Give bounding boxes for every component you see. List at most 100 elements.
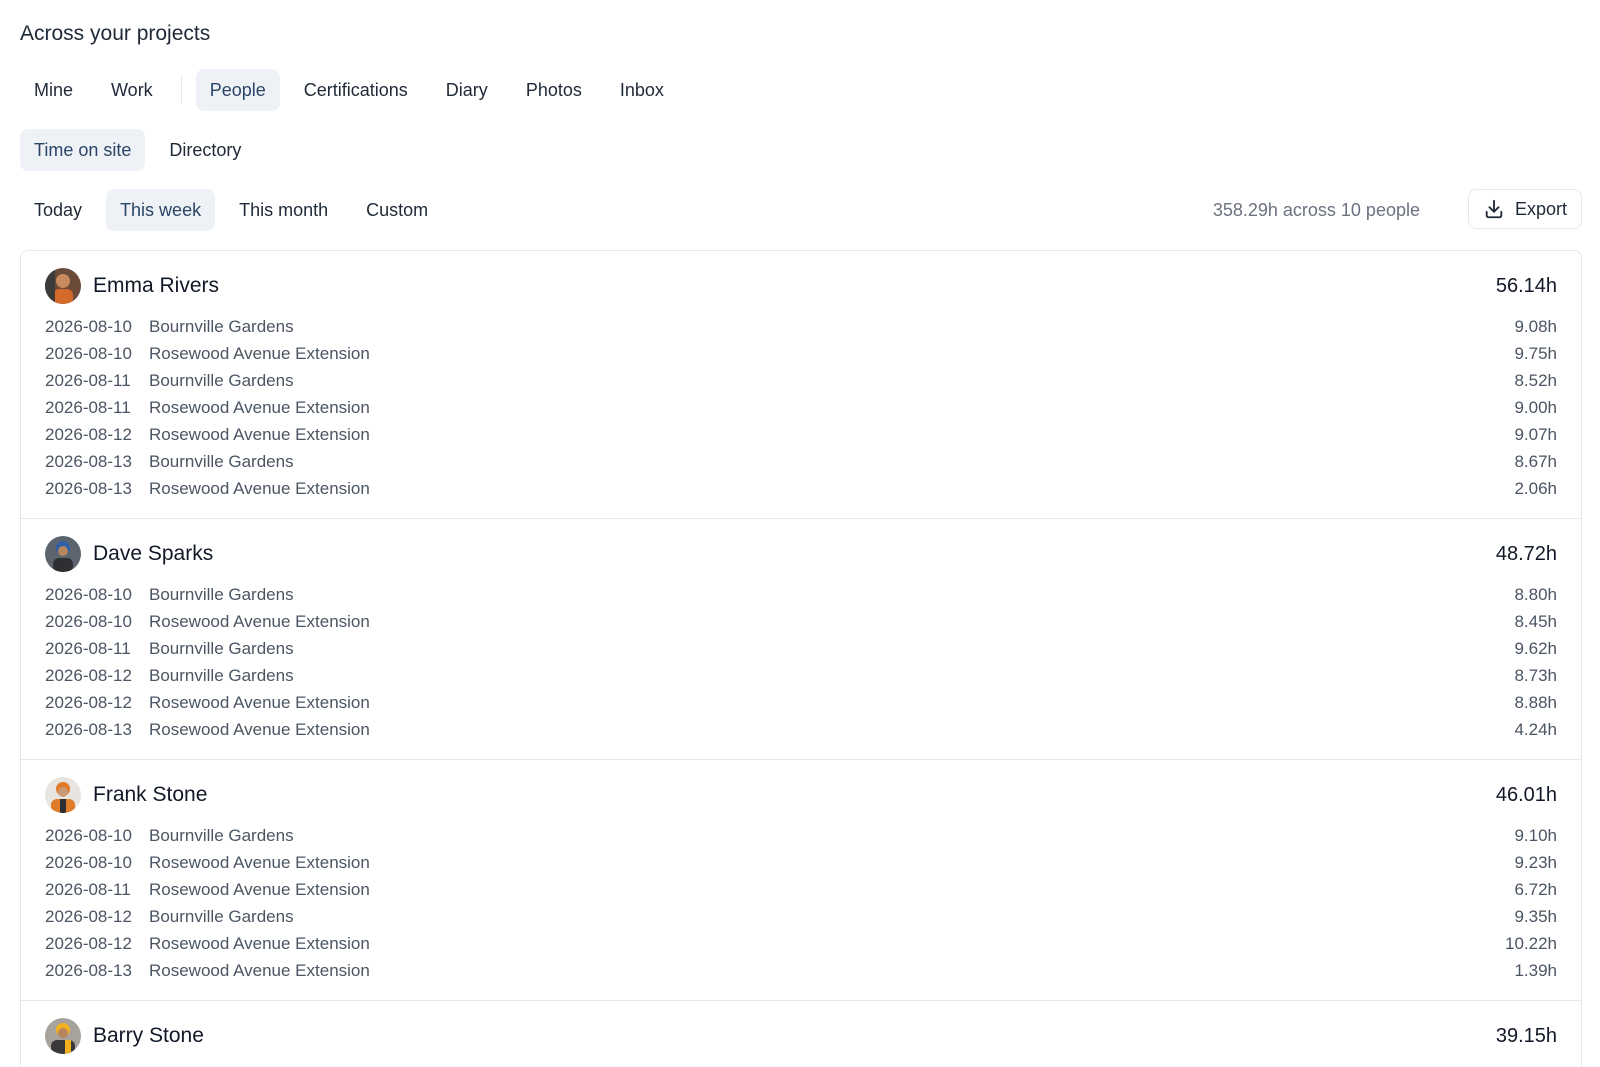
entry-date: 2026-08-11 <box>45 879 131 899</box>
avatar <box>45 1018 81 1054</box>
time-entry: 2026-08-10 Bournville Gardens 8.80h <box>45 581 1557 608</box>
person-header[interactable]: Barry Stone 39.15h <box>45 1017 1557 1055</box>
tab-inbox[interactable]: Inbox <box>606 69 678 111</box>
export-label: Export <box>1514 198 1568 219</box>
time-entry: 2026-08-13 Rosewood Avenue Extension 2.06h <box>45 475 1557 502</box>
entry-hours: 4.24h <box>1514 719 1557 739</box>
sub-tabs: Time on site Directory <box>20 129 265 171</box>
person-total-hours: 56.14h <box>1495 274 1557 297</box>
time-entry: 2026-08-11 Rosewood Avenue Extension 9.00h <box>45 394 1557 421</box>
main-tabs: Mine Work People Certifications Diary Ph… <box>20 69 688 111</box>
entry-date: 2026-08-11 <box>45 397 131 417</box>
download-icon <box>1483 198 1505 220</box>
time-entry: 2026-08-11 Bournville Gardens 8.52h <box>45 367 1557 394</box>
tab-this-month[interactable]: This month <box>225 189 342 231</box>
tab-custom[interactable]: Custom <box>352 189 442 231</box>
entry-date: 2026-08-10 <box>45 316 132 336</box>
entry-date: 2026-08-10 <box>45 611 132 631</box>
person-header[interactable]: Dave Sparks 48.72h <box>45 535 1557 573</box>
person-name: Dave Sparks <box>93 542 214 565</box>
person-total-hours: 46.01h <box>1495 783 1557 806</box>
entry-hours: 8.88h <box>1514 692 1557 712</box>
entry-hours: 6.72h <box>1514 879 1557 899</box>
entry-date: 2026-08-13 <box>45 960 132 980</box>
entry-hours: 1.39h <box>1514 960 1557 980</box>
entry-project: Bournville Gardens <box>149 370 294 390</box>
avatar <box>45 268 81 304</box>
entry-date: 2026-08-10 <box>45 852 132 872</box>
time-entry: 2026-08-10 Bournville Gardens 9.08h <box>45 313 1557 340</box>
page: Across your projects Mine Work People Ce… <box>0 0 1600 1067</box>
tab-people[interactable]: People <box>195 69 280 111</box>
entry-hours: 2.06h <box>1514 478 1557 498</box>
entry-date: 2026-08-12 <box>45 665 132 685</box>
entry-hours: 9.35h <box>1514 906 1557 926</box>
entry-hours: 9.62h <box>1514 638 1557 658</box>
tab-directory[interactable]: Directory <box>155 129 255 171</box>
tab-mine[interactable]: Mine <box>20 69 87 111</box>
tab-today[interactable]: Today <box>20 189 96 231</box>
entry-hours: 8.73h <box>1514 665 1557 685</box>
person-total-hours: 48.72h <box>1495 542 1557 565</box>
time-entry: 2026-08-11 Rosewood Avenue Extension 6.72h <box>45 876 1557 903</box>
person-card: Barry Stone 39.15h <box>21 1001 1581 1067</box>
entry-project: Rosewood Avenue Extension <box>149 933 370 953</box>
entry-date: 2026-08-11 <box>45 370 131 390</box>
avatar <box>45 777 81 813</box>
entry-date: 2026-08-12 <box>45 692 132 712</box>
tab-divider <box>180 76 182 104</box>
entry-project: Bournville Gardens <box>149 665 294 685</box>
entry-project: Rosewood Avenue Extension <box>149 424 370 444</box>
entry-project: Rosewood Avenue Extension <box>149 852 370 872</box>
entry-hours: 8.67h <box>1514 451 1557 471</box>
entry-hours: 9.00h <box>1514 397 1557 417</box>
person-header[interactable]: Frank Stone 46.01h <box>45 776 1557 814</box>
time-entry: 2026-08-12 Rosewood Avenue Extension 8.88h <box>45 689 1557 716</box>
time-entry: 2026-08-12 Bournville Gardens 9.35h <box>45 903 1557 930</box>
time-entry: 2026-08-12 Bournville Gardens 8.73h <box>45 662 1557 689</box>
person-name: Emma Rivers <box>93 274 220 297</box>
tab-certifications[interactable]: Certifications <box>290 69 422 111</box>
entry-date: 2026-08-13 <box>45 451 132 471</box>
tab-this-week[interactable]: This week <box>106 189 216 231</box>
entry-date: 2026-08-10 <box>45 343 132 363</box>
entry-hours: 9.08h <box>1514 316 1557 336</box>
entry-hours: 8.52h <box>1514 370 1557 390</box>
person-name: Frank Stone <box>93 783 208 806</box>
entry-date: 2026-08-12 <box>45 424 132 444</box>
hours-summary: 358.29h across 10 people <box>1212 200 1420 220</box>
time-entry: 2026-08-11 Bournville Gardens 9.62h <box>45 635 1557 662</box>
entry-date: 2026-08-12 <box>45 906 132 926</box>
entry-project: Bournville Gardens <box>149 316 294 336</box>
tab-work[interactable]: Work <box>97 69 167 111</box>
entry-date: 2026-08-13 <box>45 478 132 498</box>
person-card: Dave Sparks 48.72h 2026-08-10 Bournville … <box>21 519 1581 760</box>
entry-project: Bournville Gardens <box>149 584 294 604</box>
time-entry: 2026-08-12 Rosewood Avenue Extension 9.07h <box>45 421 1557 448</box>
person-header[interactable]: Emma Rivers 56.14h <box>45 267 1557 305</box>
page-title: Across your projects <box>20 22 211 45</box>
tab-photos[interactable]: Photos <box>512 69 596 111</box>
time-entry: 2026-08-13 Bournville Gardens 8.67h <box>45 448 1557 475</box>
entry-hours: 9.07h <box>1514 424 1557 444</box>
export-button[interactable]: Export <box>1468 189 1582 229</box>
entry-hours: 8.80h <box>1514 584 1557 604</box>
entry-hours: 10.22h <box>1505 933 1557 953</box>
time-entry: 2026-08-13 Rosewood Avenue Extension 1.39h <box>45 957 1557 984</box>
entry-date: 2026-08-10 <box>45 825 132 845</box>
entry-hours: 9.10h <box>1514 825 1557 845</box>
entry-project: Rosewood Avenue Extension <box>149 879 370 899</box>
entry-project: Rosewood Avenue Extension <box>149 611 370 631</box>
tab-diary[interactable]: Diary <box>432 69 502 111</box>
entry-hours: 8.45h <box>1514 611 1557 631</box>
entry-project: Bournville Gardens <box>149 451 294 471</box>
time-entry: 2026-08-10 Bournville Gardens 9.10h <box>45 822 1557 849</box>
avatar <box>45 536 81 572</box>
entry-date: 2026-08-13 <box>45 719 132 739</box>
entry-project: Rosewood Avenue Extension <box>149 343 370 363</box>
tab-time-on-site[interactable]: Time on site <box>20 129 146 171</box>
person-card: Emma Rivers 56.14h 2026-08-10 Bournville … <box>21 251 1581 519</box>
person-name: Barry Stone <box>93 1024 204 1047</box>
entry-date: 2026-08-11 <box>45 638 131 658</box>
person-card: Frank Stone 46.01h 2026-08-10 Bournville … <box>21 760 1581 1001</box>
